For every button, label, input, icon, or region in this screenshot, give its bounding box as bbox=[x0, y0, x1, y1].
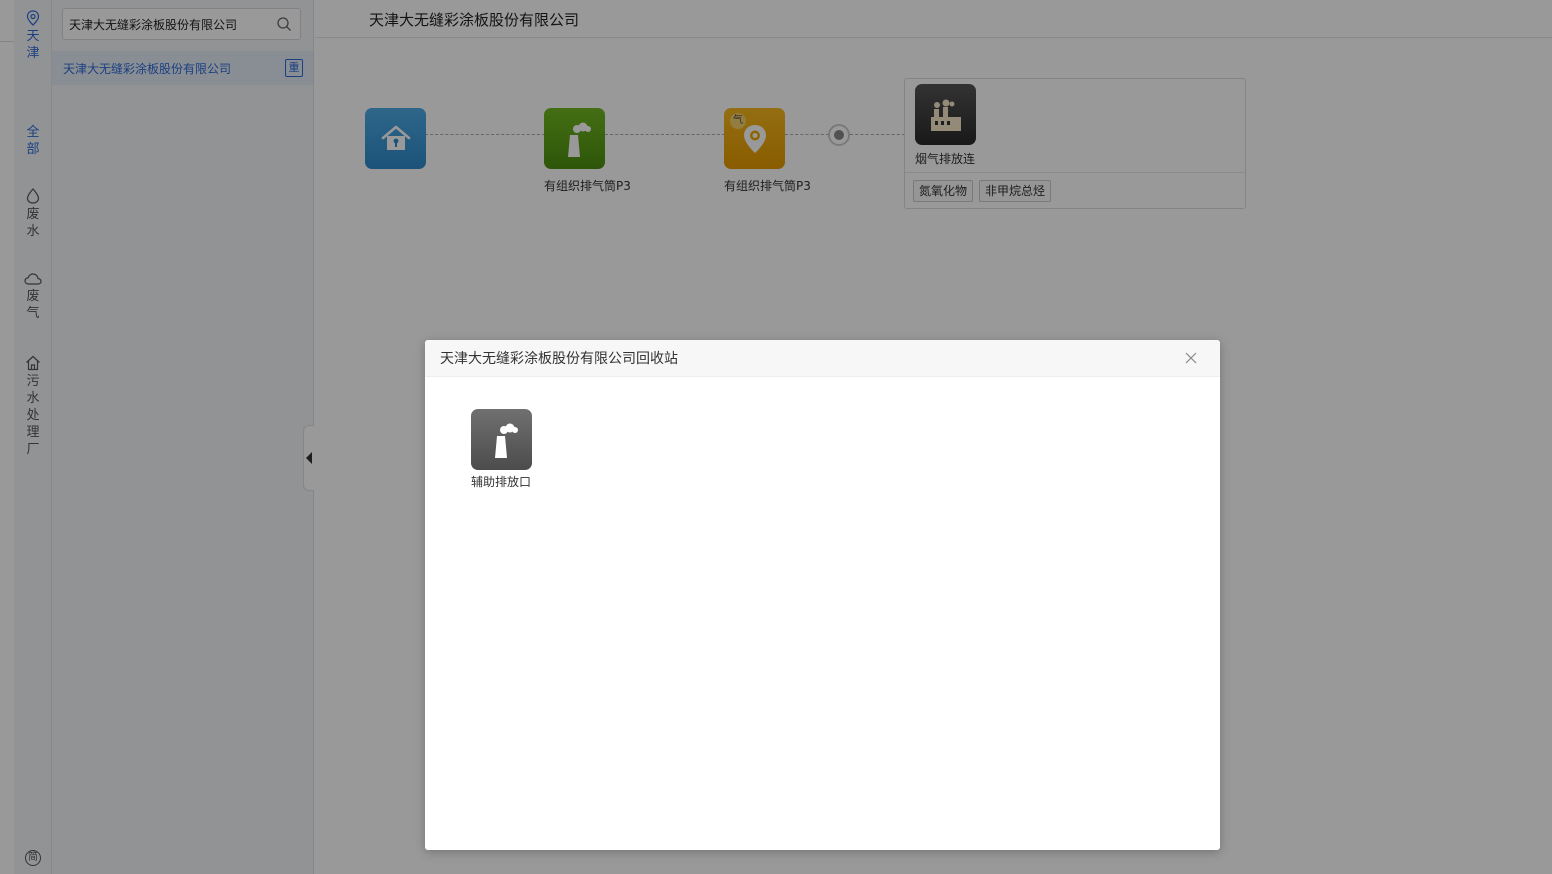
chimney-icon bbox=[494, 423, 518, 458]
auxiliary-outlet-label: 辅助排放口 bbox=[471, 475, 532, 489]
auxiliary-outlet-node[interactable] bbox=[471, 409, 532, 470]
close-button[interactable] bbox=[1184, 351, 1198, 365]
recycle-bin-dialog: 天津大无缝彩涂板股份有限公司回收站 辅助排放口 bbox=[425, 340, 1220, 850]
dialog-header: 天津大无缝彩涂板股份有限公司回收站 bbox=[425, 340, 1220, 377]
dialog-title: 天津大无缝彩涂板股份有限公司回收站 bbox=[440, 351, 678, 367]
close-icon bbox=[1185, 352, 1197, 364]
